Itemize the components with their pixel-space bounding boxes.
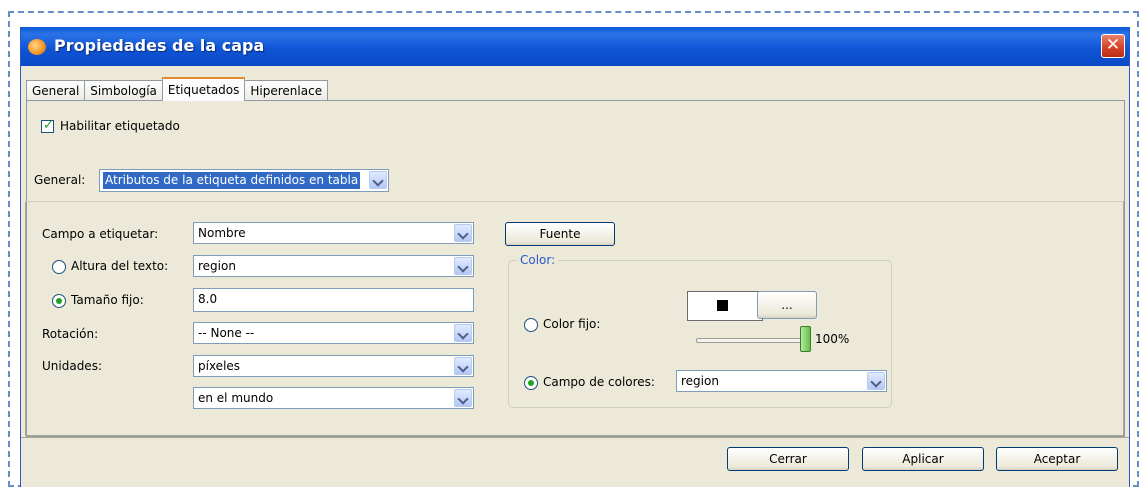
chevron-down-icon[interactable] <box>867 372 885 390</box>
color-swatch <box>717 300 728 311</box>
apply-button[interactable]: Aplicar <box>862 447 984 471</box>
chevron-down-icon[interactable] <box>454 357 472 375</box>
units-label: Unidades: <box>42 359 102 373</box>
font-button[interactable]: Fuente <box>505 222 615 246</box>
chevron-down-icon[interactable] <box>454 257 472 275</box>
fixed-size-label: Tamaño fijo: <box>71 293 144 307</box>
color-picker-button[interactable]: ... <box>757 291 817 319</box>
units-value: píxeles <box>198 359 241 373</box>
fixed-color-radio[interactable] <box>524 318 538 332</box>
layer-properties-dialog: Propiedades de la capa ✕ General Simbolo… <box>20 27 1130 487</box>
chevron-down-icon[interactable] <box>454 389 472 407</box>
checkmark-icon: ✓ <box>43 118 54 133</box>
fixed-color-label: Color fijo: <box>543 317 601 331</box>
tab-bar: General Simbología Etiquetados Hiperenla… <box>26 77 329 101</box>
transparency-value: 100% <box>815 332 850 346</box>
color-field-value: region <box>681 374 719 388</box>
enable-labeling-checkbox[interactable]: ✓ <box>41 118 54 133</box>
text-height-radio[interactable] <box>52 260 66 274</box>
text-height-label: Altura del texto: <box>71 259 169 273</box>
fixed-size-value: 8.0 <box>198 292 218 306</box>
tab-general[interactable]: General <box>26 80 86 101</box>
close-button[interactable]: Cerrar <box>727 447 849 471</box>
chevron-down-icon[interactable] <box>369 171 387 189</box>
tab-labeling[interactable]: Etiquetados <box>161 77 246 101</box>
rotation-select[interactable]: -- None -- <box>193 322 474 344</box>
general-mode-value: Atributos de la etiqueta definidos en ta… <box>103 172 361 189</box>
units-reference-value: en el mundo <box>198 391 274 405</box>
chevron-down-icon[interactable] <box>454 224 472 242</box>
footer-divider <box>21 437 1129 438</box>
field-to-label-select[interactable]: Nombre <box>193 222 474 244</box>
color-group-title: Color: <box>517 253 559 267</box>
enable-labeling-label: Habilitar etiquetado <box>60 119 180 133</box>
color-swatch-box[interactable] <box>687 291 763 321</box>
transparency-slider-thumb[interactable] <box>800 326 811 352</box>
transparency-slider-track[interactable] <box>696 338 806 343</box>
rotation-label: Rotación: <box>42 327 99 341</box>
field-to-label-value: Nombre <box>198 226 246 240</box>
fixed-size-input[interactable]: 8.0 <box>193 288 474 312</box>
units-select[interactable]: píxeles <box>193 355 474 377</box>
accept-button[interactable]: Aceptar <box>996 447 1118 471</box>
title-bar[interactable]: Propiedades de la capa ✕ <box>21 27 1129 66</box>
tab-symbology[interactable]: Simbología <box>84 80 163 101</box>
text-height-select[interactable]: region <box>193 255 474 277</box>
app-icon <box>28 39 46 55</box>
units-reference-select[interactable]: en el mundo <box>193 387 474 409</box>
color-field-radio[interactable] <box>524 376 538 390</box>
chevron-down-icon[interactable] <box>454 324 472 342</box>
window-title: Propiedades de la capa <box>54 36 265 55</box>
general-label: General: <box>34 173 86 187</box>
close-icon[interactable]: ✕ <box>1101 34 1125 58</box>
general-mode-select[interactable]: Atributos de la etiqueta definidos en ta… <box>99 169 389 192</box>
field-to-label-label: Campo a etiquetar: <box>42 227 159 241</box>
rotation-value: -- None -- <box>198 326 255 340</box>
text-height-value: region <box>198 259 236 273</box>
tab-hyperlink[interactable]: Hiperenlace <box>244 80 329 101</box>
fixed-size-radio[interactable] <box>52 294 66 308</box>
color-field-select[interactable]: region <box>676 370 887 392</box>
color-field-label: Campo de colores: <box>543 375 655 389</box>
